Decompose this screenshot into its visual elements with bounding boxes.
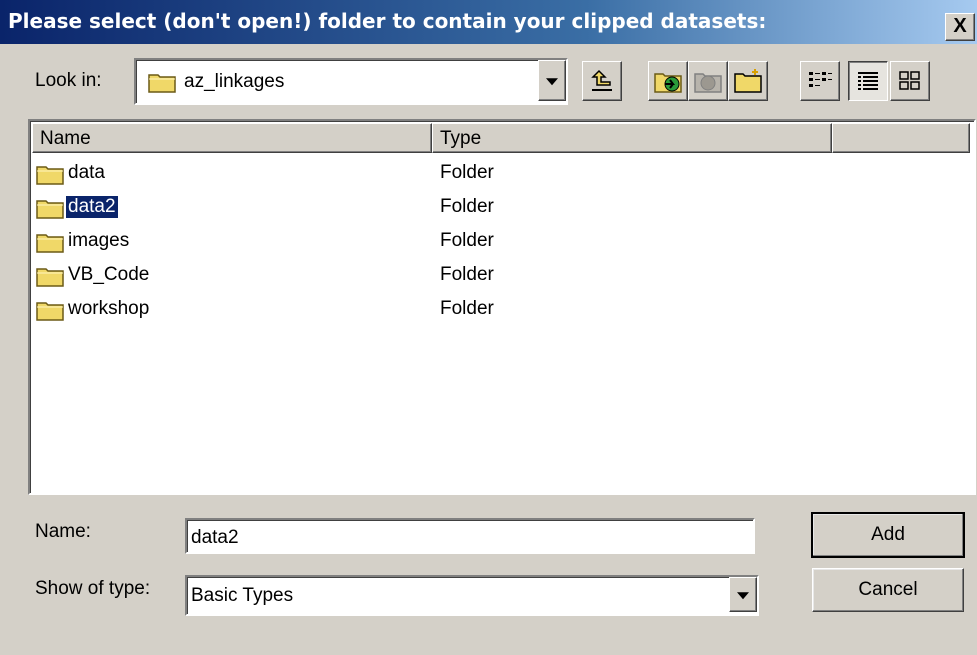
- add-button[interactable]: Add: [811, 512, 965, 558]
- folder-icon: [36, 299, 64, 327]
- folder-type: Folder: [440, 162, 494, 183]
- folder-name: workshop: [68, 298, 150, 319]
- folder-name: data2: [65, 195, 119, 219]
- list-view-button[interactable]: [800, 61, 840, 101]
- look-in-label: Look in:: [35, 70, 102, 91]
- show-of-type-dropdown-button[interactable]: [729, 577, 757, 612]
- title-bar: Please select (don't open!) folder to co…: [0, 0, 977, 44]
- look-in-dropdown[interactable]: az_linkages: [134, 58, 568, 105]
- disconnect-folder-icon: [694, 73, 722, 93]
- list-item-selected[interactable]: data2 Folder: [30, 191, 970, 225]
- disconnect-folder-button[interactable]: [688, 61, 728, 101]
- connect-to-folder-icon: [654, 73, 682, 93]
- chevron-down-icon: [737, 591, 749, 599]
- folder-list[interactable]: Name Type data Folder data2 Folder image…: [28, 119, 976, 495]
- thumbnails-view-icon: [899, 71, 920, 90]
- name-field[interactable]: data2: [185, 518, 755, 554]
- folder-icon: [36, 197, 64, 225]
- details-view-icon: [858, 72, 878, 90]
- folder-icon: [36, 265, 64, 293]
- show-of-type-label: Show of type:: [35, 578, 151, 599]
- details-view-button[interactable]: [848, 61, 888, 101]
- list-item[interactable]: workshop Folder: [30, 293, 970, 327]
- show-of-type-value: Basic Types: [191, 585, 294, 606]
- folder-type: Folder: [440, 298, 494, 319]
- close-button[interactable]: X: [945, 13, 975, 41]
- cancel-button[interactable]: Cancel: [812, 568, 964, 612]
- new-folder-button[interactable]: [728, 61, 768, 101]
- name-label: Name:: [35, 521, 91, 542]
- folder-type: Folder: [440, 196, 494, 217]
- folder-type: Folder: [440, 230, 494, 251]
- connect-to-folder-button[interactable]: [648, 61, 688, 101]
- new-folder-icon: [734, 69, 762, 93]
- folder-name: VB_Code: [68, 264, 150, 285]
- list-item[interactable]: images Folder: [30, 225, 970, 259]
- folder-icon: [36, 163, 64, 191]
- folder-icon: [148, 71, 176, 99]
- folder-icon: [36, 231, 64, 259]
- up-one-level-icon: [591, 69, 612, 91]
- chevron-down-icon: [546, 77, 558, 85]
- column-header-name[interactable]: Name: [32, 123, 432, 153]
- show-of-type-dropdown[interactable]: Basic Types: [185, 575, 759, 616]
- look-in-value: az_linkages: [184, 71, 285, 92]
- column-header-blank[interactable]: [832, 123, 970, 153]
- folder-type: Folder: [440, 264, 494, 285]
- up-one-level-button[interactable]: [582, 61, 622, 101]
- thumbnails-view-button[interactable]: [890, 61, 930, 101]
- column-header-type[interactable]: Type: [432, 123, 832, 153]
- list-view-icon: [809, 72, 832, 87]
- folder-name: data: [68, 162, 105, 183]
- folder-name: images: [68, 230, 130, 251]
- list-item[interactable]: data Folder: [30, 157, 970, 191]
- look-in-dropdown-button[interactable]: [538, 60, 566, 101]
- list-item[interactable]: VB_Code Folder: [30, 259, 970, 293]
- dialog-title: Please select (don't open!) folder to co…: [8, 9, 767, 33]
